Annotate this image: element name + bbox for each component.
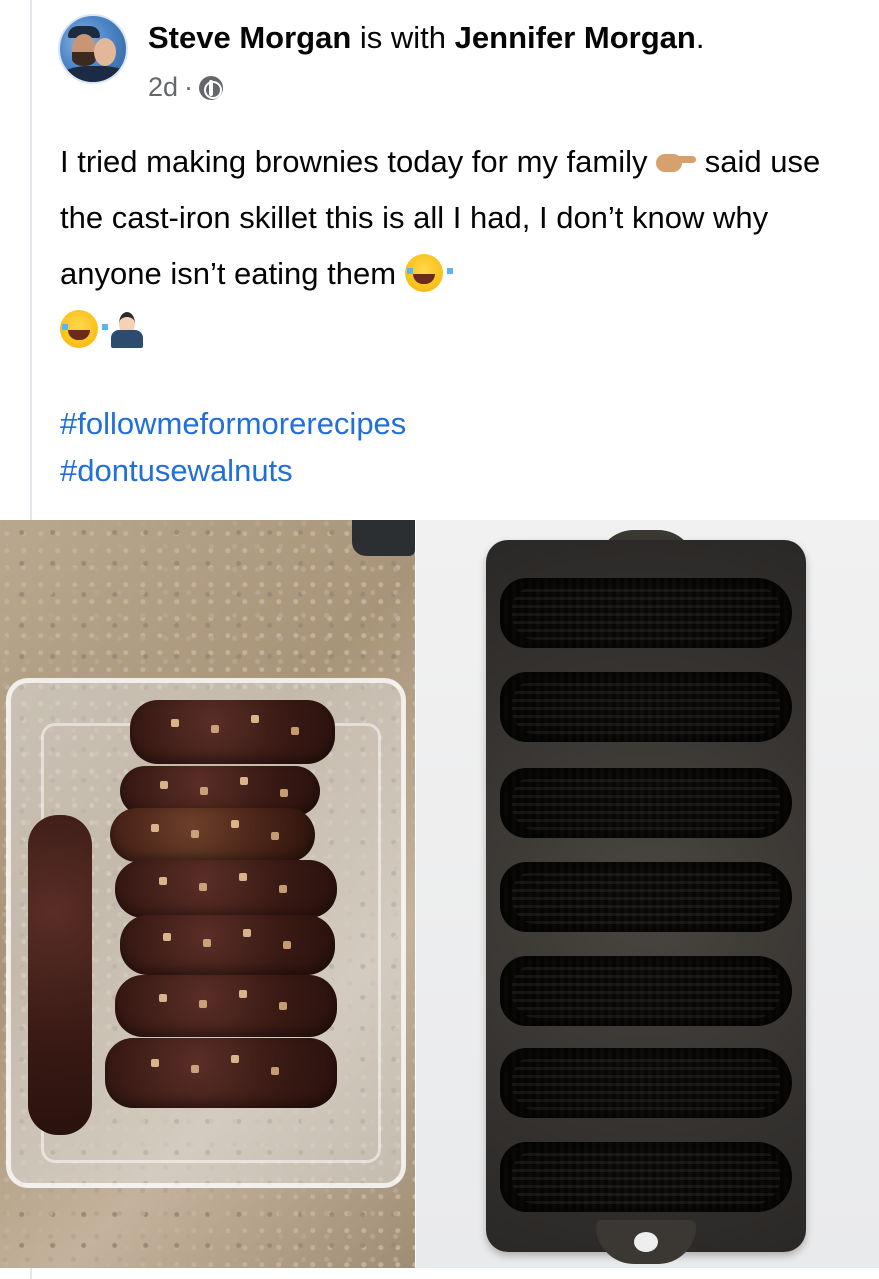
corn-mold — [500, 1048, 792, 1118]
cast-iron-corn-pan — [486, 540, 806, 1252]
hashtag-list: #followmeformorerecipes #dontusewalnuts — [60, 400, 406, 494]
brownies-photo[interactable] — [0, 520, 415, 1268]
laughing-emoji-icon — [60, 310, 108, 348]
author-avatar[interactable] — [58, 14, 128, 84]
corn-mold — [500, 672, 792, 742]
point-right-emoji-icon — [656, 144, 697, 176]
hashtag-link[interactable]: #followmeformorerecipes — [60, 400, 406, 447]
meta-separator: · — [184, 72, 194, 102]
corn-mold — [500, 1142, 792, 1212]
period: . — [695, 20, 705, 55]
corn-mold — [500, 956, 792, 1026]
corn-mold — [500, 578, 792, 648]
post-timestamp[interactable]: 2d — [148, 72, 178, 103]
brownie — [115, 860, 337, 918]
corn-mold — [500, 768, 792, 838]
globe-icon[interactable] — [199, 75, 224, 100]
post-left-border-bottom — [30, 1268, 32, 1279]
shrug-emoji-icon — [107, 310, 147, 350]
corn-mold — [500, 862, 792, 932]
with-text: is with — [359, 20, 447, 55]
brownie — [105, 1038, 337, 1108]
pan-handle — [596, 1220, 696, 1264]
brownie — [130, 700, 335, 764]
post-left-border — [30, 0, 32, 520]
author-line: Steve Morgan is with Jennifer Morgan. — [148, 18, 704, 58]
brownie — [110, 808, 315, 862]
tagged-person-link[interactable]: Jennifer Morgan — [455, 20, 696, 55]
brownie — [115, 975, 337, 1037]
hashtag-link[interactable]: #dontusewalnuts — [60, 447, 406, 494]
post-header: Steve Morgan is with Jennifer Morgan. 2d… — [58, 10, 859, 103]
cornbread-pan-photo[interactable] — [416, 520, 879, 1268]
brownie — [28, 815, 92, 1135]
laughing-emoji-icon — [404, 254, 453, 292]
post-body-text: I tried making brownies today for my fam… — [60, 134, 850, 358]
phone-corner-decoration — [352, 520, 415, 556]
post-meta: 2d · — [148, 72, 224, 103]
brownie — [120, 915, 335, 975]
post-text-part1: I tried making brownies today for my fam… — [60, 144, 657, 179]
author-name-link[interactable]: Steve Morgan — [148, 20, 351, 55]
